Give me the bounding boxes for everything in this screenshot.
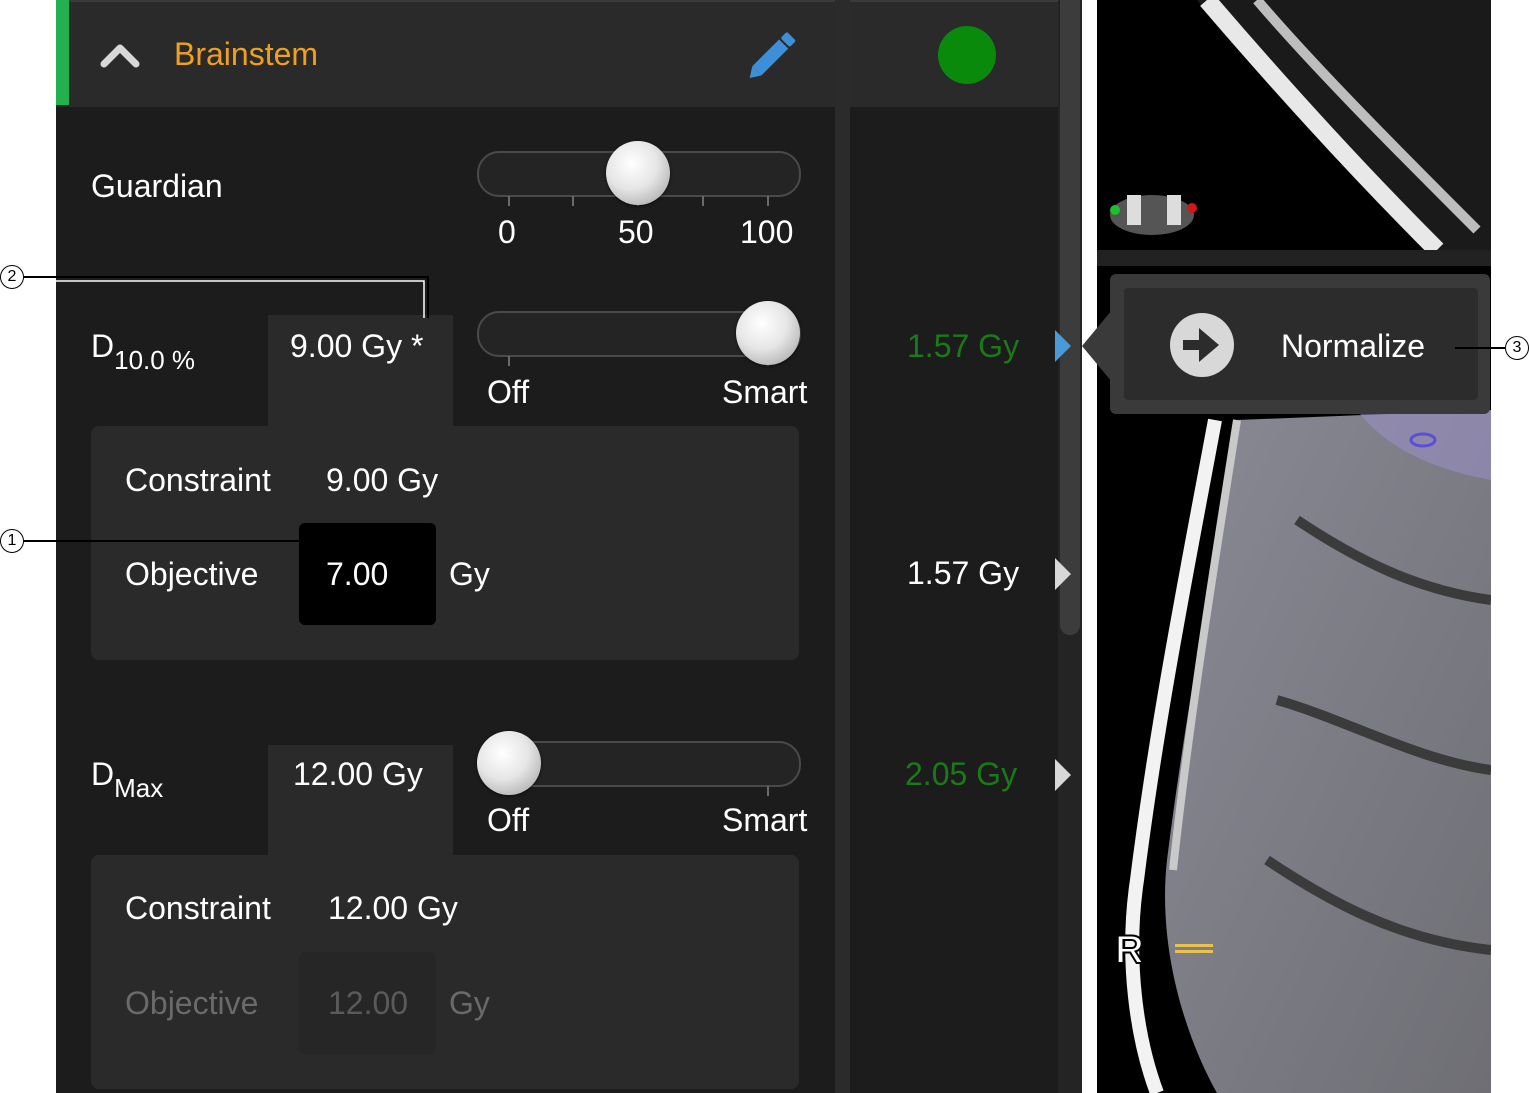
edit-pencil-icon[interactable] [740,26,804,84]
callout-2: 2 [0,265,24,289]
results-column [850,0,1082,1093]
dmax-objective-label: Objective [125,985,259,1021]
d10-slider-off: Off [487,374,530,410]
popup-pointer [1082,310,1112,382]
guardian-scale-mid: 50 [618,214,654,250]
dmax-objective-unit: Gy [449,985,490,1021]
guardian-label: Guardian [91,168,223,204]
d10-expand-arrow-icon[interactable] [1053,330,1071,362]
dmax-label: DMax [91,756,164,803]
dmax-expand-arrow-icon[interactable] [1053,759,1071,791]
guardian-scale-min: 0 [498,214,516,250]
callout-1-line [24,540,330,542]
normalize-label: Normalize [1281,328,1426,364]
callout-3: 3 [1505,336,1529,360]
scrollbar-thumb[interactable] [1060,0,1080,635]
mri-scan-image [1097,0,1491,1093]
guardian-tick [572,196,574,206]
guardian-scale-max: 100 [740,214,794,250]
guardian-tick [767,196,769,206]
d10-objective-unit: Gy [449,556,490,592]
callout-3-line [1455,347,1505,349]
d10-result-objective: 1.57 Gy [907,555,1020,591]
structure-name: Brainstem [174,36,319,72]
status-indicator [938,26,996,84]
dmax-mode-slider-knob[interactable] [477,731,541,795]
d10-label: D10.0 % [91,328,196,375]
d10-result-achieved: 1.57 Gy [907,328,1020,364]
panel-divider [835,0,850,1093]
callout-1: 1 [0,529,24,553]
image-viewer[interactable]: R [1097,0,1491,1093]
arrow-right-circle-icon [1170,313,1234,377]
dmax-slider-off: Off [487,802,530,838]
page-margin [1491,0,1529,1093]
guardian-tick [508,196,510,206]
dmax-slider-smart: Smart [722,802,808,838]
dmax-tick [767,786,769,796]
d10-constraint-label: Constraint [125,462,271,498]
d10-tick [508,356,510,366]
orientation-label: R [1114,927,1145,973]
callout-2-line [24,276,429,318]
d10-constraint-value: 9.00 Gy [326,462,439,498]
dmax-objective-value: 12.00 [328,985,409,1021]
dmax-tab-value: 12.00 Gy [293,756,423,792]
dmax-constraint-label: Constraint [125,890,271,926]
structure-header[interactable] [56,0,835,107]
dmax-result: 2.05 Gy [905,756,1018,792]
d10-objective-value: 7.00 [326,556,389,592]
chevron-up-icon[interactable] [100,40,140,68]
d10-tab-value: 9.00 Gy * [290,328,424,364]
dmax-constraint-value: 12.00 Gy [328,890,458,926]
d10-slider-smart: Smart [722,374,808,410]
d10-objective-arrow-icon[interactable] [1053,558,1071,590]
structure-color-accent [56,0,69,105]
guardian-tick [702,196,704,206]
d10-objective-label: Objective [125,556,259,592]
guardian-slider-knob[interactable] [606,141,670,205]
d10-mode-slider-knob[interactable] [736,301,800,365]
